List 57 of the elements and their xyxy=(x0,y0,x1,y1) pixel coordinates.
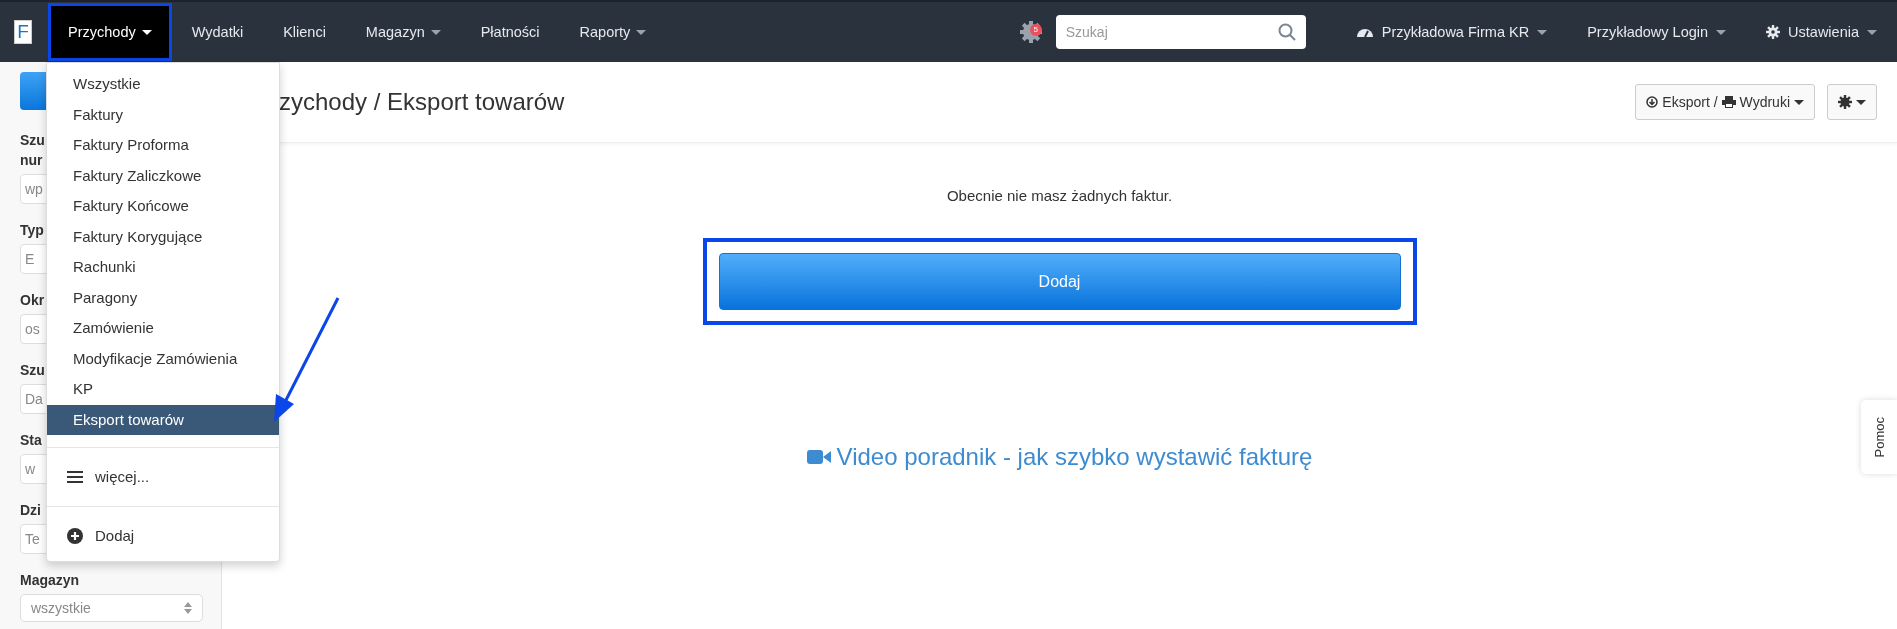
settings-icon xyxy=(1766,25,1781,39)
menu-item[interactable]: KP xyxy=(47,374,279,405)
export-button[interactable]: Eksport / Wydruki xyxy=(1635,84,1815,120)
menu-item[interactable]: Rachunki xyxy=(47,252,279,283)
nav-tab[interactable]: Płatności xyxy=(460,3,560,61)
menu-item[interactable]: Faktury Zaliczkowe xyxy=(47,160,279,191)
menu-item[interactable]: Dodaj xyxy=(47,519,279,553)
search-field[interactable]: Szukaj xyxy=(1055,15,1306,49)
download-icon xyxy=(1646,96,1659,108)
menu-item[interactable]: więcej... xyxy=(47,460,279,494)
empty-message: Obecnie nie masz żadnych faktur. xyxy=(946,187,1173,204)
menu-item[interactable]: Zamówienie xyxy=(47,313,279,344)
settings-button[interactable] xyxy=(1827,84,1877,120)
caret-icon xyxy=(430,29,441,35)
nav-tab[interactable]: Przychody xyxy=(48,3,172,61)
caret-icon xyxy=(1867,29,1877,35)
menu-item[interactable]: Modyfikacje Zamówienia xyxy=(47,343,279,374)
caret-icon xyxy=(1537,29,1548,35)
field-label: Szu nur xyxy=(20,131,45,170)
plus-circle-icon xyxy=(67,528,83,544)
menu-item[interactable]: Paragony xyxy=(47,282,279,313)
printer-icon xyxy=(1721,96,1736,108)
search-icon xyxy=(1277,23,1296,41)
caret-icon xyxy=(636,29,647,35)
nav-tab[interactable]: Klienci xyxy=(263,3,346,61)
field-label: Magazyn xyxy=(20,571,80,590)
settings-icon xyxy=(1838,95,1852,109)
nav-tab[interactable]: Magazyn xyxy=(345,3,461,61)
nav-menu[interactable]: Ustawienia xyxy=(1746,24,1897,40)
field-label: Sta xyxy=(20,431,42,450)
menu-item[interactable]: Faktury Korygujące xyxy=(47,221,279,252)
field-label: Dzi xyxy=(20,501,41,520)
menu-item[interactable]: Faktury Proforma xyxy=(47,130,279,161)
sort-icon xyxy=(184,601,192,615)
field-label: Okr xyxy=(20,291,45,310)
nav-tab[interactable]: Raporty xyxy=(559,3,667,61)
menu-item[interactable]: Eksport towarów xyxy=(47,404,279,435)
page-title: zychody / Eksport towarów xyxy=(279,88,566,116)
field-label: Typ xyxy=(20,221,44,240)
help-tab[interactable]: Pomoc xyxy=(1861,400,1897,474)
caret-icon xyxy=(1794,99,1804,105)
select-field[interactable]: wszystkie xyxy=(20,594,203,622)
caret-icon xyxy=(1856,99,1866,105)
nav-menu[interactable]: Przykładowy Login xyxy=(1567,24,1747,40)
menu-item[interactable]: Wszystkie xyxy=(47,69,279,100)
video-link[interactable]: Video poradnik - jak szybko wystawić fakturę xyxy=(806,443,1313,471)
logo[interactable]: F xyxy=(14,20,32,44)
menu-item[interactable]: Faktury xyxy=(47,99,279,130)
menu-item[interactable]: Faktury Końcowe xyxy=(47,191,279,222)
video-camera-icon xyxy=(806,449,831,465)
help-label: Pomoc xyxy=(1871,416,1887,458)
nav-tab[interactable]: Wydatki xyxy=(171,3,264,61)
field-label: Szu xyxy=(20,361,45,380)
nav-menu[interactable]: Przykładowa Firma KR xyxy=(1335,24,1568,40)
menu-icon xyxy=(67,471,83,483)
caret-icon xyxy=(141,29,152,35)
caret-icon xyxy=(1716,29,1727,35)
